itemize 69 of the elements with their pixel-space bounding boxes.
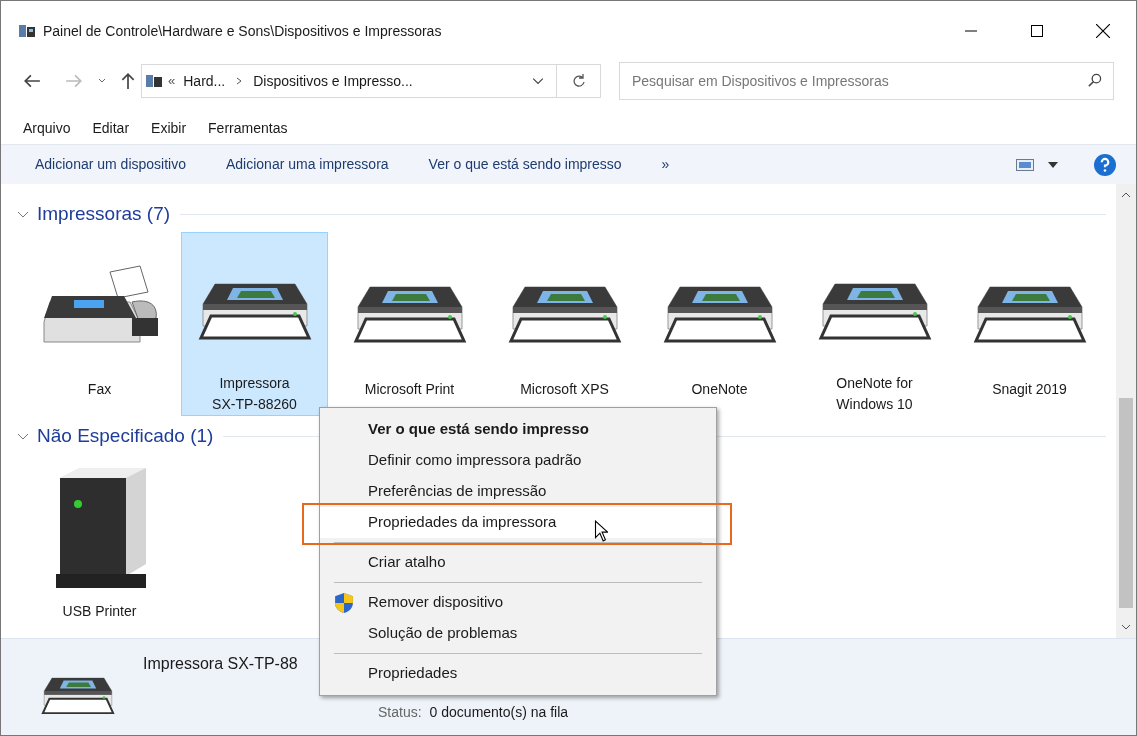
- breadcrumb-separator-icon: [235, 77, 244, 85]
- context-menu-item[interactable]: Preferências de impressão: [320, 476, 716, 507]
- shield-icon: [335, 592, 353, 613]
- address-bar[interactable]: « Hard... Dispositivos e Impresso...: [141, 64, 601, 98]
- maximize-icon: [1031, 25, 1043, 37]
- context-menu-item[interactable]: Ver o que está sendo impresso: [320, 414, 716, 445]
- back-arrow-icon[interactable]: [23, 72, 41, 90]
- details-title: Impressora SX-TP-88: [143, 654, 298, 674]
- help-icon[interactable]: [1094, 153, 1116, 176]
- menu-item-label: Remover dispositivo: [368, 592, 504, 613]
- device-label: Snagit 2019: [992, 380, 1067, 399]
- device-label: Impressora: [219, 374, 290, 393]
- device-item[interactable]: Microsoft XPS: [491, 232, 638, 416]
- menu-item-label: Definir como impressora padrão: [368, 450, 582, 471]
- device-label: SX-TP-88260: [212, 395, 297, 414]
- command-button[interactable]: »: [641, 145, 690, 184]
- device-item[interactable]: USB Printer: [26, 454, 173, 638]
- device-label: Windows 10: [836, 395, 913, 414]
- scroll-down-icon[interactable]: [1121, 624, 1131, 630]
- control-panel-icon: [19, 23, 35, 39]
- menu-item[interactable]: Arquivo: [23, 117, 71, 139]
- window-title: Painel de Controle\Hardware e Sons\Dispositivos e Impressoras: [43, 21, 442, 41]
- group-header[interactable]: Impressoras (7): [37, 199, 171, 229]
- context-menu-item[interactable]: Solução de problemas: [320, 618, 716, 649]
- status-value: 0 documento(s) na fila: [429, 703, 569, 722]
- menu-item-label: Solução de problemas: [368, 623, 518, 644]
- menu-item-label: Ver o que está sendo impresso: [368, 419, 589, 440]
- menu-item-label: Propriedades: [368, 663, 458, 684]
- breadcrumb-overflow-icon[interactable]: «: [168, 71, 176, 91]
- context-menu-item[interactable]: Propriedades: [320, 658, 716, 689]
- context-menu-item[interactable]: Propriedades da impressora: [320, 507, 716, 538]
- menu-item-label: Preferências de impressão: [368, 481, 547, 502]
- search-icon[interactable]: [1087, 73, 1102, 88]
- caret-icon[interactable]: [1048, 161, 1058, 168]
- command-button[interactable]: Adicionar um dispositivo: [15, 145, 206, 184]
- context-menu-item[interactable]: Definir como impressora padrão: [320, 445, 716, 476]
- chevron-down-icon[interactable]: [532, 75, 544, 87]
- device-label: USB Printer: [62, 602, 137, 621]
- up-arrow-icon[interactable]: [119, 72, 137, 90]
- search-field[interactable]: Pesquisar em Dispositivos e Impressoras: [619, 62, 1114, 100]
- context-menu-item[interactable]: Remover dispositivo: [320, 587, 716, 618]
- menu-item[interactable]: Editar: [92, 117, 130, 139]
- command-button[interactable]: Adicionar uma impressora: [205, 145, 409, 184]
- scroll-up-icon[interactable]: [1121, 192, 1131, 198]
- device-label: Fax: [87, 380, 112, 399]
- device-item[interactable]: Snagit 2019: [956, 232, 1103, 416]
- device-label: OneNote for: [836, 374, 913, 393]
- device-item[interactable]: OneNote for Windows 10: [801, 232, 948, 416]
- menu-item-label: Criar atalho: [368, 552, 446, 573]
- view-icon[interactable]: [1016, 158, 1034, 171]
- device-label: Microsoft Print: [364, 380, 455, 399]
- context-menu-item[interactable]: Criar atalho: [320, 547, 716, 578]
- device-item[interactable]: OneNote: [646, 232, 793, 416]
- menu-item-label: Propriedades da impressora: [368, 512, 557, 533]
- device-item[interactable]: Impressora SX-TP-88260: [181, 232, 328, 416]
- device-label: Microsoft XPS: [520, 380, 609, 399]
- device-label: OneNote: [691, 380, 748, 399]
- breadcrumb[interactable]: Dispositivos e Impresso...: [253, 70, 413, 92]
- menu-item[interactable]: Ferramentas: [208, 117, 288, 139]
- control-panel-icon: [146, 73, 162, 89]
- device-item[interactable]: Microsoft Print: [336, 232, 483, 416]
- device-item[interactable]: Fax: [26, 232, 173, 416]
- group-header[interactable]: Não Especificado (1): [37, 421, 214, 451]
- close-icon: [1096, 24, 1110, 38]
- breadcrumb[interactable]: Hard...: [183, 70, 226, 92]
- menu-item[interactable]: Exibir: [151, 117, 187, 139]
- status-label: Status:: [378, 703, 422, 722]
- mouse-pointer-icon: [594, 520, 608, 542]
- command-button[interactable]: Ver o que está sendo impresso: [408, 145, 642, 184]
